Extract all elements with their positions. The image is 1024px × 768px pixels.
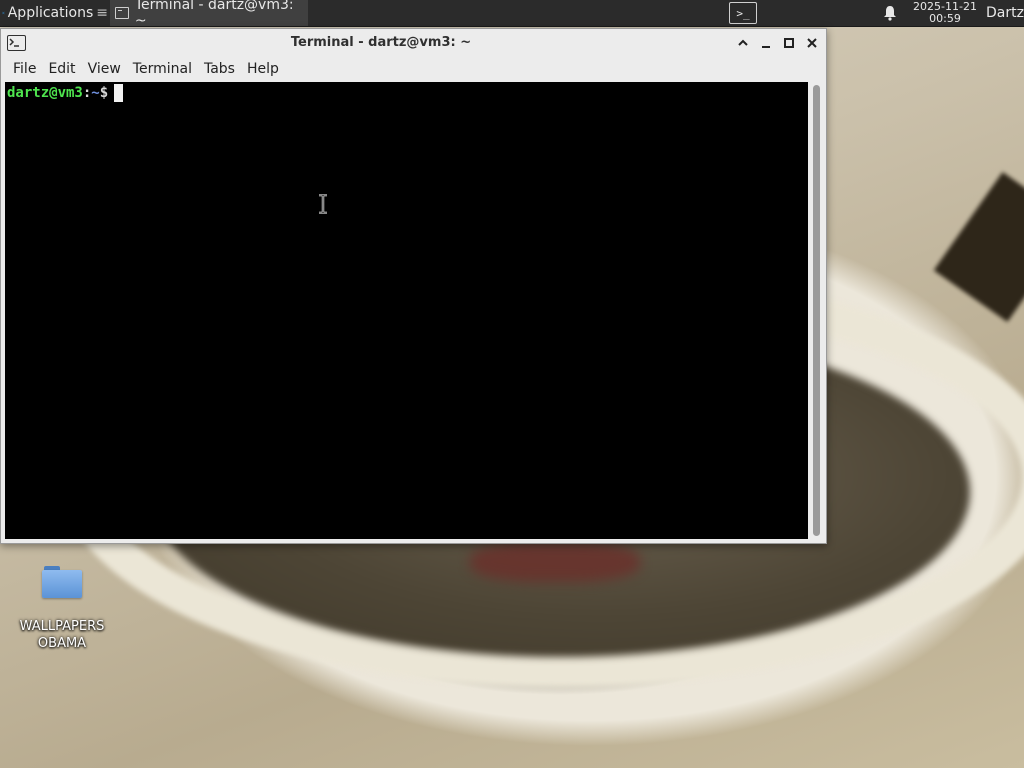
terminal-output[interactable]: dartz@vm3:~$ (5, 82, 808, 539)
close-icon (807, 38, 817, 48)
terminal-launcher-icon[interactable]: >_ (729, 2, 757, 24)
menu-file[interactable]: File (7, 57, 42, 81)
shell-prompt: dartz@vm3:~$ (7, 84, 124, 102)
maximize-button[interactable] (780, 34, 798, 52)
menu-help[interactable]: Help (241, 57, 285, 81)
prompt-user-host: dartz@vm3 (7, 85, 83, 101)
taskbar-item-label: Terminal - dartz@vm3: ~ (134, 0, 294, 29)
prompt-path: ~ (91, 85, 100, 101)
xfce-logo-icon (2, 11, 5, 15)
minimize-button[interactable] (757, 34, 775, 52)
prompt-symbol: $ (99, 85, 109, 101)
wallpaper-shape (470, 542, 640, 582)
maximize-icon (784, 38, 794, 48)
applications-label: Applications (7, 5, 94, 21)
close-button[interactable] (803, 34, 821, 52)
text-cursor (114, 84, 124, 102)
terminal-scrollbar[interactable] (810, 82, 824, 539)
terminal-icon (115, 7, 129, 19)
menu-tabs[interactable]: Tabs (198, 57, 241, 81)
menu-bar: File Edit View Terminal Tabs Help (1, 57, 826, 81)
user-menu[interactable]: Dartz (986, 0, 1024, 26)
folder-icon (42, 566, 82, 598)
clock[interactable]: 2025-11-21 00:59 (908, 1, 982, 26)
shade-button[interactable] (734, 34, 752, 52)
menu-terminal[interactable]: Terminal (127, 57, 198, 81)
ibeam-cursor-icon (319, 194, 327, 214)
desktop-icon-wallpapers-obama[interactable]: WALLPAPERS OBAMA (12, 560, 112, 656)
terminal-window[interactable]: Terminal - dartz@vm3: ~ File Edit View T… (0, 28, 827, 544)
chevron-up-icon (738, 39, 748, 46)
taskbar-item-terminal[interactable]: Terminal - dartz@vm3: ~ (110, 0, 308, 29)
menu-view[interactable]: View (82, 57, 127, 81)
wallpaper-shape (933, 172, 1024, 322)
desktop-icon-label: WALLPAPERS OBAMA (19, 619, 105, 651)
window-title: Terminal - dartz@vm3: ~ (290, 35, 472, 50)
bell-icon[interactable] (881, 4, 899, 22)
window-titlebar[interactable]: Terminal - dartz@vm3: ~ (1, 29, 826, 57)
clock-time: 00:59 (929, 12, 961, 25)
scrollbar-thumb[interactable] (813, 85, 820, 536)
top-panel: Applications ≡ Terminal - dartz@vm3: ~ >… (0, 0, 1024, 29)
menu-separator-icon: ≡ (96, 5, 108, 21)
applications-menu-button[interactable]: Applications ≡ (0, 0, 108, 26)
minimize-icon (762, 46, 770, 48)
menu-edit[interactable]: Edit (42, 57, 81, 81)
